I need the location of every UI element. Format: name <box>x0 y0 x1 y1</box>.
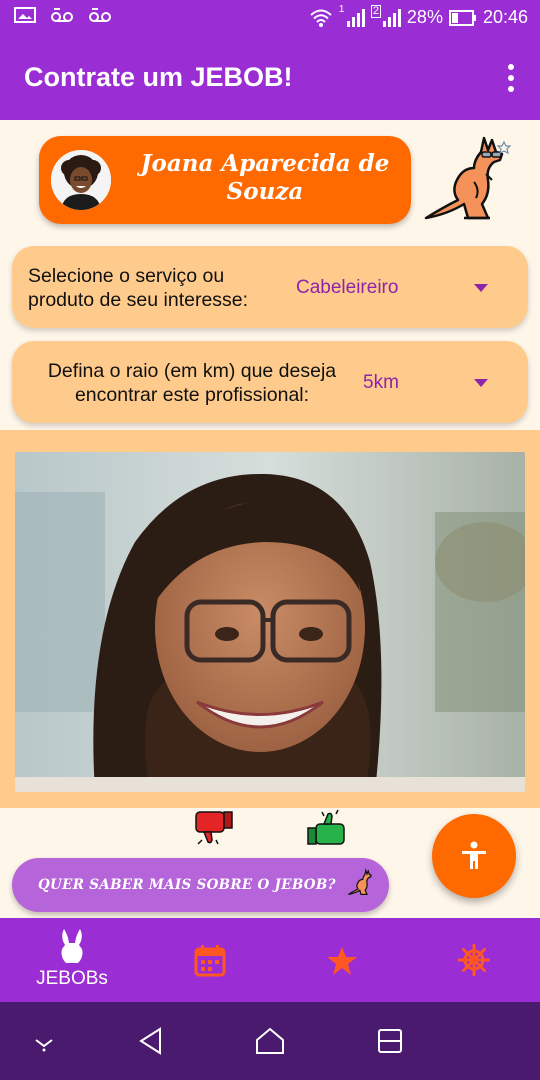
page-title: Contrate um JEBOB! <box>24 62 293 92</box>
radius-select-value[interactable]: 5km <box>363 372 399 394</box>
nav-item-favorites[interactable] <box>308 918 376 1002</box>
signal-icon <box>382 8 401 27</box>
dropdown-arrow-icon[interactable] <box>474 284 488 292</box>
radius-select-label: Defina o raio (em km) que deseja encontr… <box>47 360 337 406</box>
service-select-label: Selecione o serviço ou produto de seu in… <box>28 265 249 311</box>
status-bar: 1 2 28% 20:46 <box>0 0 540 36</box>
professional-photo[interactable] <box>15 452 525 792</box>
battery-percent: 28% <box>406 7 443 27</box>
service-select[interactable]: Selecione o serviço ou produto de seu in… <box>12 246 528 328</box>
nav-label-jebobs: JEBOBs <box>36 968 108 989</box>
avatar <box>51 150 111 210</box>
system-navigation-bar <box>0 1002 540 1080</box>
accessibility-icon <box>462 841 486 869</box>
dropdown-arrow-icon[interactable] <box>474 379 488 387</box>
thumbs-up-icon[interactable] <box>304 808 348 848</box>
more-info-label: QUER SABER MAIS SOBRE O JEBOB? <box>38 877 336 893</box>
service-select-value[interactable]: Cabeleireiro <box>296 277 398 299</box>
rabbit-icon <box>61 929 83 963</box>
nav-item-jebobs[interactable]: JEBOBs <box>20 918 124 1002</box>
more-info-button[interactable]: QUER SABER MAIS SOBRE O JEBOB? <box>12 858 389 912</box>
user-profile-button[interactable]: Joana Aparecida de Souza <box>39 136 411 224</box>
bottom-nav: JEBOBs <box>0 918 540 1002</box>
thumbs-down-icon[interactable] <box>192 808 236 848</box>
collapse-icon[interactable] <box>32 1032 56 1052</box>
calendar-icon <box>194 945 226 977</box>
home-icon[interactable] <box>255 1027 285 1055</box>
star-icon <box>327 947 357 975</box>
voicemail-icon <box>89 8 111 22</box>
recents-icon[interactable] <box>377 1028 403 1054</box>
app-bar: Contrate um JEBOB! <box>0 36 540 120</box>
radius-select[interactable]: Defina o raio (em km) que deseja encontr… <box>12 341 528 423</box>
battery-icon <box>448 9 476 26</box>
kangaroo-icon <box>348 868 372 895</box>
voicemail-icon <box>51 8 73 22</box>
ship-wheel-icon <box>458 944 490 976</box>
signal-icon <box>346 8 365 27</box>
kangaroo-mascot-icon <box>424 136 512 220</box>
gallery-icon <box>14 7 36 23</box>
nav-item-calendar[interactable] <box>176 918 244 1002</box>
clock: 20:46 <box>482 7 528 27</box>
user-name: Joana Aparecida de Souza <box>140 150 390 205</box>
accessibility-button[interactable] <box>432 814 516 898</box>
back-icon[interactable] <box>138 1027 164 1055</box>
nav-item-settings[interactable] <box>440 918 508 1002</box>
wifi-icon <box>310 9 332 27</box>
more-vert-icon[interactable] <box>508 64 516 92</box>
